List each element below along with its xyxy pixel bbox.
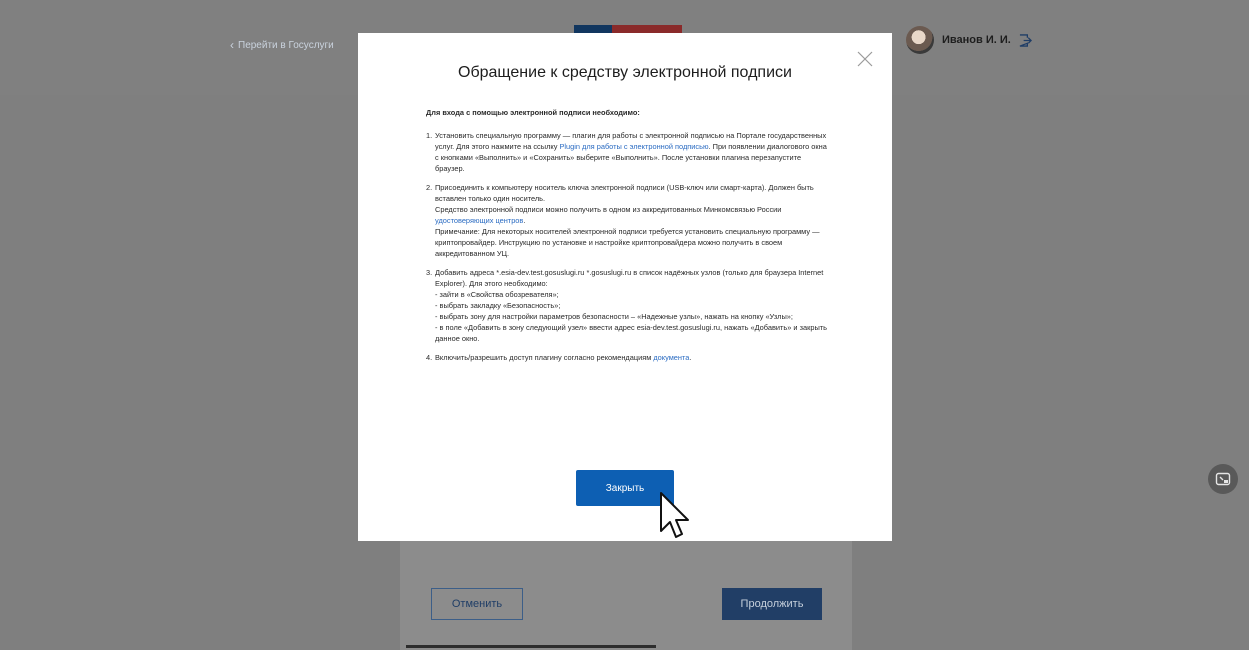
logout-icon[interactable] <box>1019 33 1032 47</box>
chevron-left-icon: ‹ <box>230 38 234 52</box>
avatar <box>906 26 934 54</box>
step-3: 3. Добавить адреса *.esia-dev.test.gosus… <box>426 267 831 344</box>
step-note: Примечание: Для некоторых носителей элек… <box>435 227 820 258</box>
step-4: 4. Включить/разрешить доступ плагину сог… <box>426 352 831 363</box>
step-1: 1. Установить специальную программу — пл… <box>426 130 831 174</box>
step-2: 2. Присоединить к компьютеру носитель кл… <box>426 182 831 259</box>
instructions-intro: Для входа с помощью электронной подписи … <box>426 108 640 117</box>
instructions: Для входа с помощью электронной подписи … <box>426 107 831 371</box>
step-text: - зайти в «Свойства обозревателя»; <box>435 290 559 299</box>
screen-share-icon <box>1215 472 1231 486</box>
cancel-button[interactable]: Отменить <box>431 588 523 620</box>
scroll-indicator <box>406 645 656 648</box>
step-text: - выбрать закладку «Безопасность»; <box>435 301 561 310</box>
user-name: Иванов И. И. <box>942 34 1011 46</box>
step-number: 2. <box>426 183 433 192</box>
step-text: Присоединить к компьютеру носитель ключа… <box>435 183 814 203</box>
step-number: 4. <box>426 353 433 362</box>
step-text: Добавить адреса *.esia-dev.test.gosuslug… <box>435 268 824 288</box>
step-text: . <box>689 353 692 362</box>
continue-button[interactable]: Продолжить <box>722 588 822 620</box>
step-text: Включить/разрешить доступ плагину соглас… <box>435 353 654 362</box>
step-number: 3. <box>426 268 433 277</box>
step-text: - в поле «Добавить в зону следующий узел… <box>435 323 827 343</box>
step-number: 1. <box>426 131 433 140</box>
step-text: Средство электронной подписи можно получ… <box>435 205 782 214</box>
screen-share-button[interactable] <box>1208 464 1238 494</box>
step-text: . <box>523 216 526 225</box>
plugin-link[interactable]: Plugin для работы с электронной подписью <box>559 142 708 151</box>
user-menu[interactable]: Иванов И. И. <box>906 26 1032 54</box>
mouse-pointer-icon <box>660 492 689 538</box>
step-text: - выбрать зону для настройки параметров … <box>435 312 793 321</box>
dialog-title: Обращение к средству электронной подписи <box>458 64 792 81</box>
certification-centers-link[interactable]: удостоверяющих центров <box>435 216 523 225</box>
signature-dialog: Обращение к средству электронной подписи… <box>358 33 892 541</box>
back-to-gosuslugi-link[interactable]: ‹ Перейти в Госуслуги <box>230 38 334 52</box>
document-link[interactable]: документа <box>653 353 689 362</box>
back-link-label: Перейти в Госуслуги <box>238 39 334 51</box>
